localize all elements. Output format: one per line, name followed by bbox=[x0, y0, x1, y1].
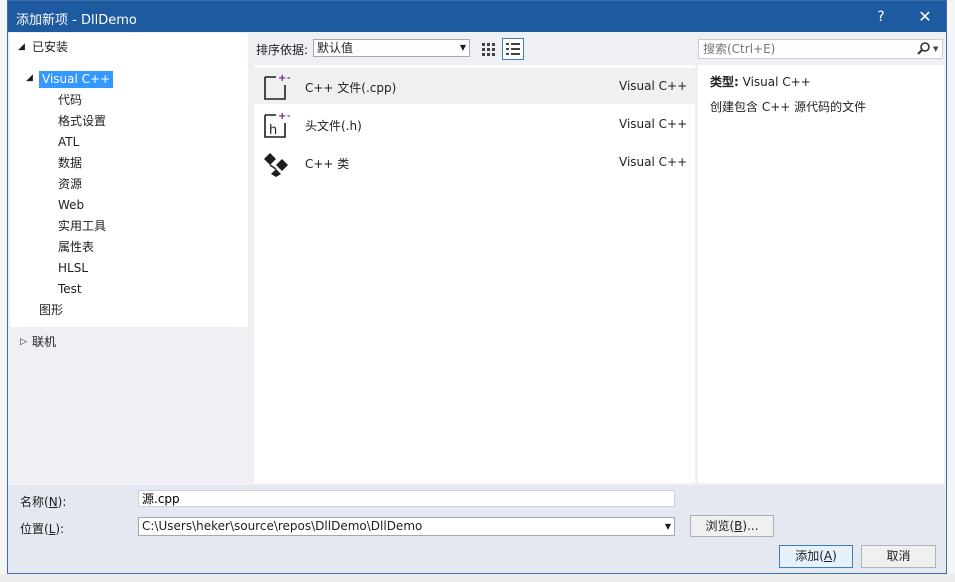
name-label: 名称(N): bbox=[20, 495, 67, 509]
list-item[interactable]: ++ C++ 文件(.cpp) Visual C++ bbox=[254, 68, 695, 104]
detail-type: 类型: Visual C++ bbox=[710, 73, 811, 90]
list-item[interactable]: C++ 类 Visual C++ bbox=[254, 144, 695, 180]
svg-text:++: ++ bbox=[278, 73, 290, 84]
add-button[interactable]: 添加(A) bbox=[779, 545, 853, 568]
svg-text:++: ++ bbox=[278, 111, 290, 122]
tree-item-data[interactable]: 数据 bbox=[58, 153, 82, 173]
online-section: ▷ 联机 bbox=[10, 327, 248, 357]
list-view-button[interactable] bbox=[502, 38, 524, 60]
bottom-form: 名称(N): 位置(L): C:\Users\heker\source\repo… bbox=[8, 485, 946, 573]
tree-item-atl[interactable]: ATL bbox=[58, 132, 79, 152]
add-new-item-dialog: 添加新项 - DllDemo ? ✕ ◢ 已安装 ◢ Visual C++ 代码… bbox=[7, 0, 947, 574]
tree-item-formatting[interactable]: 格式设置 bbox=[58, 111, 106, 131]
location-value: C:\Users\heker\source\repos\DllDemo\DllD… bbox=[142, 519, 423, 533]
grid-view-icon bbox=[482, 43, 495, 56]
tree-item-label: 已安装 bbox=[32, 40, 69, 54]
tree-item-graphics[interactable]: 图形 bbox=[39, 300, 63, 320]
tree-item-visual-cpp[interactable]: Visual C++ bbox=[39, 71, 114, 88]
tree-item-code[interactable]: 代码 bbox=[58, 90, 82, 110]
close-button[interactable]: ✕ bbox=[912, 6, 938, 28]
header-file-icon: ++ h bbox=[264, 111, 290, 138]
detail-description: 创建包含 C++ 源代码的文件 bbox=[710, 100, 867, 114]
detail-type-value: Visual C++ bbox=[742, 75, 811, 89]
chevron-down-icon[interactable]: ▼ bbox=[933, 45, 938, 53]
list-item[interactable]: ++ h 头文件(.h) Visual C++ bbox=[254, 106, 695, 142]
list-view-icon bbox=[506, 43, 520, 55]
sort-value: 默认值 bbox=[317, 41, 354, 55]
search-icon[interactable] bbox=[917, 42, 931, 56]
collapsed-arrow-icon[interactable]: ▷ bbox=[20, 332, 27, 352]
search-input[interactable] bbox=[703, 42, 903, 56]
tree-item-test[interactable]: Test bbox=[58, 279, 82, 299]
template-language: Visual C++ bbox=[619, 117, 688, 131]
dialog-title: 添加新项 - DllDemo bbox=[16, 13, 137, 28]
grid-view-button[interactable] bbox=[478, 39, 498, 59]
expanded-arrow-icon[interactable]: ◢ bbox=[18, 37, 25, 57]
background-status-strip bbox=[0, 574, 955, 582]
title-bar: 添加新项 - DllDemo ? ✕ bbox=[8, 1, 946, 32]
template-language: Visual C++ bbox=[619, 79, 688, 93]
template-language: Visual C++ bbox=[619, 155, 688, 169]
sort-dropdown[interactable]: 默认值 ▼ bbox=[313, 39, 470, 57]
location-label: 位置(L): bbox=[20, 522, 65, 536]
template-name: C++ 类 bbox=[305, 157, 350, 171]
name-input[interactable] bbox=[138, 490, 675, 507]
tree-item-label: 联机 bbox=[32, 335, 57, 349]
chevron-down-icon: ▼ bbox=[664, 522, 671, 531]
tree-item-utility[interactable]: 实用工具 bbox=[58, 216, 106, 236]
tree-item-hlsl[interactable]: HLSL bbox=[58, 258, 88, 278]
template-list: ++ C++ 文件(.cpp) Visual C++ ++ h 头文件(.h) … bbox=[254, 65, 695, 483]
location-dropdown[interactable]: C:\Users\heker\source\repos\DllDemo\DllD… bbox=[138, 517, 675, 536]
template-name: 头文件(.h) bbox=[305, 119, 362, 133]
cancel-button[interactable]: 取消 bbox=[861, 545, 936, 568]
chevron-down-icon: ▼ bbox=[459, 43, 466, 52]
cpp-file-icon: ++ bbox=[264, 73, 290, 100]
detail-type-label: 类型: bbox=[710, 75, 739, 89]
sort-label: 排序依据: bbox=[256, 43, 309, 57]
help-button[interactable]: ? bbox=[868, 6, 894, 28]
svg-text:h: h bbox=[269, 123, 277, 138]
template-name: C++ 文件(.cpp) bbox=[305, 81, 397, 95]
tree-item-property-sheets[interactable]: 属性表 bbox=[58, 237, 94, 257]
expanded-arrow-icon[interactable]: ◢ bbox=[26, 73, 33, 83]
details-panel: 类型: Visual C++ 创建包含 C++ 源代码的文件 bbox=[698, 65, 944, 483]
tree-item-resource[interactable]: 资源 bbox=[58, 174, 82, 194]
browse-button[interactable]: 浏览(B)... bbox=[690, 515, 774, 537]
search-box[interactable]: ▼ bbox=[698, 39, 943, 59]
tree-item-web[interactable]: Web bbox=[58, 195, 84, 215]
category-tree: ◢ 已安装 ◢ Visual C++ 代码 格式设置 ATL 数据 资源 Web… bbox=[10, 33, 248, 327]
cpp-class-icon bbox=[264, 153, 288, 177]
